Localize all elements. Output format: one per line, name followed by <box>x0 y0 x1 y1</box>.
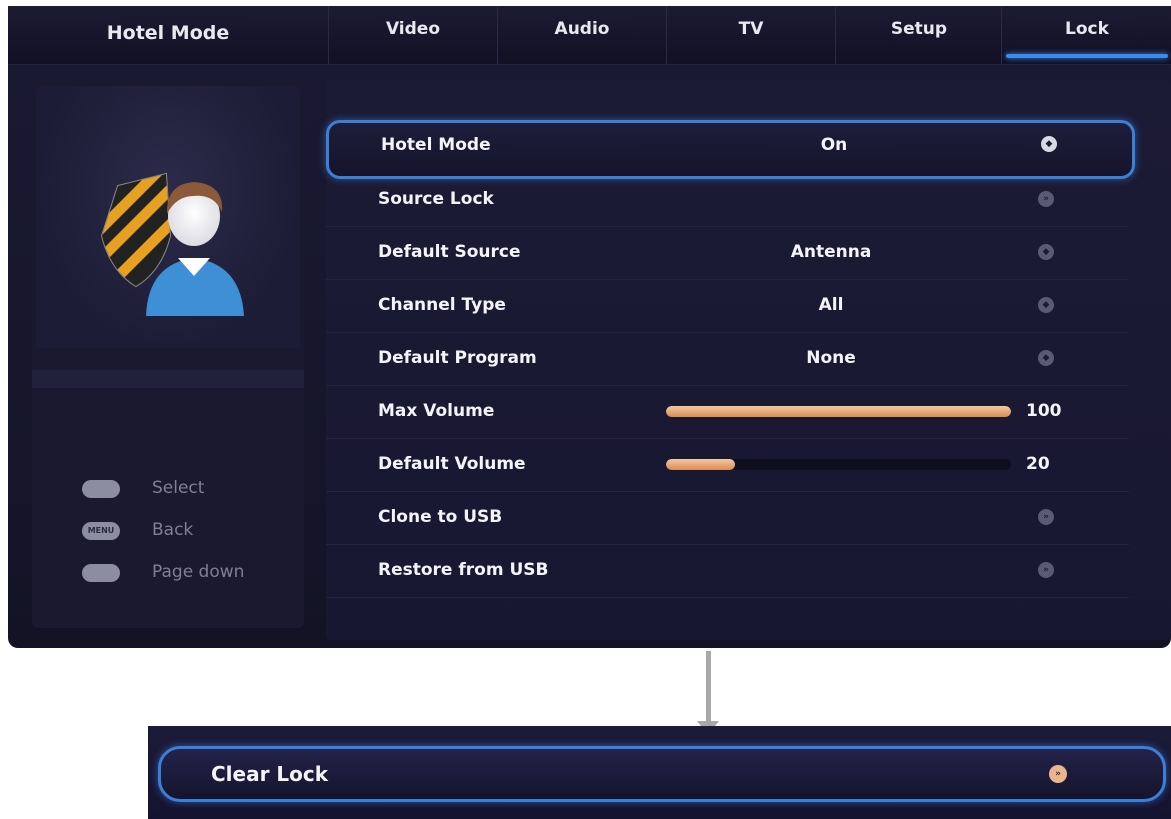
left-panel: Select MENU Back Page down <box>32 80 304 628</box>
tab-setup[interactable]: Setup <box>835 6 1002 64</box>
nav-title: Hotel Mode <box>106 22 230 44</box>
row-label: Clone to USB <box>378 507 503 527</box>
clear-lock-label: Clear Lock <box>211 762 329 786</box>
chevron-right-icon: » <box>1038 562 1054 578</box>
toggle-icon: ◆ <box>1041 136 1057 152</box>
chevron-right-icon: » <box>1038 191 1054 207</box>
menu-panel: Hotel Mode On ◆ Source Lock » Default So… <box>326 80 1171 640</box>
max-volume-slider[interactable] <box>666 406 1011 417</box>
tv-screen: Hotel Mode Video Audio TV Setup Lock Sel… <box>8 6 1171 648</box>
menu-row-default-source[interactable]: Default Source Antenna ◆ <box>326 226 1129 280</box>
menu-row-clear-lock[interactable]: Clear Lock » <box>158 746 1166 802</box>
default-volume-slider[interactable] <box>666 459 1011 470</box>
hint-page-down-label: Page down <box>152 562 245 582</box>
toggle-icon: ◆ <box>1038 297 1054 313</box>
row-label: Restore from USB <box>378 560 549 580</box>
menu-key-icon: MENU <box>82 522 120 540</box>
top-nav: Hotel Mode Video Audio TV Setup Lock <box>8 6 1171 65</box>
row-label: Default Program <box>378 348 537 368</box>
menu-row-restore-from-usb[interactable]: Restore from USB » <box>326 544 1129 598</box>
dpad-icon <box>82 480 120 498</box>
tab-lock[interactable]: Lock <box>1001 6 1171 64</box>
left-divider <box>32 370 304 388</box>
slider-value: 100 <box>1026 401 1062 421</box>
shield-user-icon <box>100 172 244 316</box>
tab-video[interactable]: Video <box>328 6 497 64</box>
menu-row-hotel-mode[interactable]: Hotel Mode On ◆ <box>326 120 1135 179</box>
hint-back-label: Back <box>152 520 194 540</box>
avatar-box <box>36 86 300 348</box>
row-value: On <box>820 135 848 155</box>
active-tab-indicator <box>1006 54 1168 58</box>
tab-audio[interactable]: Audio <box>497 6 666 64</box>
row-label: Hotel Mode <box>381 135 491 155</box>
hint-select-label: Select <box>152 478 205 498</box>
slider-fill <box>666 459 735 470</box>
row-value: Antenna <box>790 242 872 262</box>
updown-icon <box>82 564 120 582</box>
chevron-right-icon: » <box>1038 509 1054 525</box>
toggle-icon: ◆ <box>1038 244 1054 260</box>
row-label: Default Volume <box>378 454 526 474</box>
slider-fill <box>666 406 1011 417</box>
down-arrow-icon <box>706 651 711 723</box>
tab-tv[interactable]: TV <box>666 6 835 64</box>
row-label: Max Volume <box>378 401 495 421</box>
menu-row-channel-type[interactable]: Channel Type All ◆ <box>326 279 1129 333</box>
tab-lock-label: Lock <box>1065 19 1109 39</box>
row-value: All <box>818 295 844 315</box>
row-value: None <box>806 348 856 368</box>
menu-row-clone-to-usb[interactable]: Clone to USB » <box>326 491 1129 545</box>
row-label: Channel Type <box>378 295 506 315</box>
menu-row-default-volume[interactable]: Default Volume 20 <box>326 438 1129 492</box>
row-label: Default Source <box>378 242 521 262</box>
row-label: Source Lock <box>378 189 494 209</box>
bottom-screen-crop: Clear Lock » <box>148 726 1171 819</box>
menu-row-max-volume[interactable]: Max Volume 100 <box>326 385 1129 439</box>
menu-row-source-lock[interactable]: Source Lock » <box>326 173 1129 227</box>
slider-value: 20 <box>1026 454 1050 474</box>
toggle-icon: ◆ <box>1038 350 1054 366</box>
menu-row-default-program[interactable]: Default Program None ◆ <box>326 332 1129 386</box>
chevron-right-icon: » <box>1049 765 1067 783</box>
